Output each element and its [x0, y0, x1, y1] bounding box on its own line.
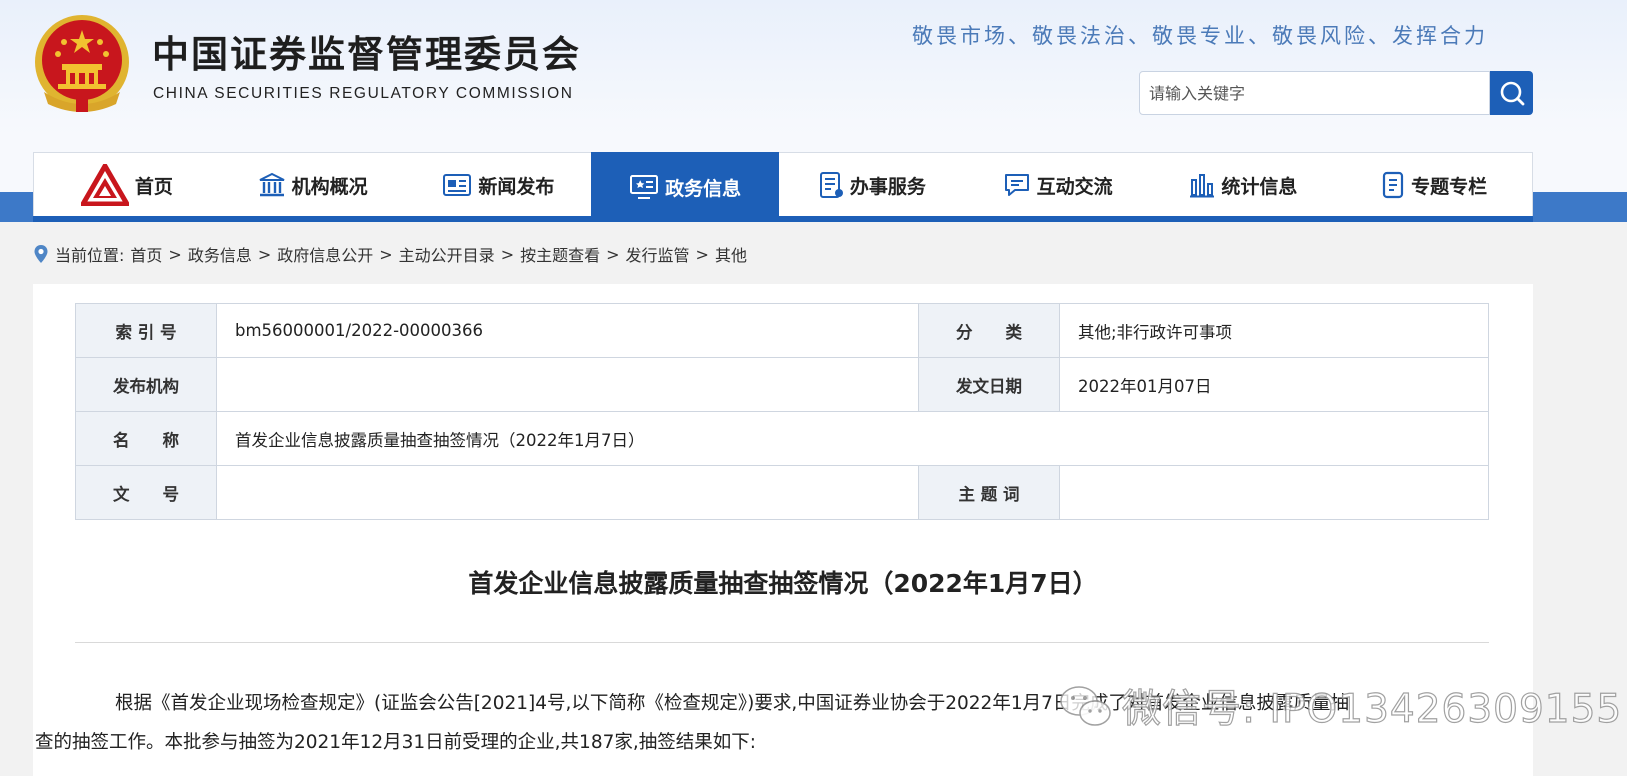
- breadcrumb-prefix: 当前位置:: [55, 246, 125, 265]
- search-input[interactable]: [1139, 71, 1490, 115]
- nav-label: 政务信息: [665, 177, 742, 200]
- nav-item-interaction[interactable]: 互动交流: [965, 153, 1151, 217]
- nav-item-government-info[interactable]: 政务信息: [591, 152, 779, 222]
- index-value: bm56000001/2022-00000366: [216, 303, 919, 358]
- name-label: 名 称: [75, 411, 217, 466]
- nav-underline: [33, 216, 1533, 222]
- nav-label: 办事服务: [849, 175, 926, 198]
- keywords-label: 主 题 词: [918, 465, 1060, 520]
- nav-label: 统计信息: [1221, 175, 1298, 198]
- search-button[interactable]: [1490, 71, 1533, 115]
- index-label: 索 引 号: [75, 303, 217, 358]
- name-value: 首发企业信息披露质量抽查抽签情况（2022年1月7日）: [216, 411, 1489, 466]
- nav-item-home[interactable]: 首页: [34, 153, 220, 217]
- breadcrumb-separator: >: [695, 244, 709, 264]
- date-value: 2022年01月07日: [1059, 357, 1489, 412]
- nav-label: 专题专栏: [1411, 175, 1488, 198]
- table-row: 发布机构 发文日期 2022年01月07日: [75, 357, 1489, 412]
- nav-item-services[interactable]: 办事服务: [779, 153, 965, 217]
- breadcrumb-link-info-disclosure[interactable]: 政府信息公开: [277, 242, 373, 266]
- article-paragraph: 根据《首发企业现场检查规定》(证监会公告[2021]4号,以下简称《检查规定》)…: [35, 684, 1489, 762]
- national-emblem-icon: [35, 15, 129, 112]
- nav-item-organization[interactable]: 机构概况: [220, 153, 406, 217]
- table-row: 索 引 号 bm56000001/2022-00000366 分 类 其他;非行…: [75, 303, 1489, 358]
- breadcrumb-separator: >: [257, 244, 272, 264]
- breadcrumb-separator: >: [606, 244, 620, 264]
- metadata-table: 索 引 号 bm56000001/2022-00000366 分 类 其他;非行…: [75, 303, 1489, 520]
- breadcrumb-separator: >: [168, 244, 182, 264]
- category-value: 其他;非行政许可事项: [1059, 303, 1489, 358]
- category-label: 分 类: [918, 303, 1060, 358]
- article-title: 首发企业信息披露质量抽查抽签情况（2022年1月7日）: [468, 569, 1098, 598]
- paragraph-line-2: 查的抽签工作。本批参与抽签为2021年12月31日前受理的企业,共187家,抽签…: [35, 732, 756, 753]
- docno-label: 文 号: [75, 465, 217, 520]
- table-row: 名 称 首发企业信息披露质量抽查抽签情况（2022年1月7日）: [75, 411, 1489, 466]
- breadcrumb: 当前位置: 首页 > 政务信息 > 政府信息公开 > 主动公开目录 > 按主题查…: [33, 242, 747, 266]
- keywords-value: [1059, 465, 1489, 520]
- main-nav: 首页 机构概况 新闻发布 政务信息 办事服务 互动交流 统计信息 专题专栏: [33, 152, 1533, 222]
- breadcrumb-link-government-info[interactable]: 政务信息: [188, 242, 252, 266]
- csrc-logo-icon: [80, 164, 129, 206]
- site-title-en: CHINA SECURITIES REGULATORY COMMISSION: [153, 85, 574, 102]
- breadcrumb-link-by-topic[interactable]: 按主题查看: [520, 242, 600, 266]
- column-doc-icon: [1383, 171, 1404, 199]
- title-divider: [75, 642, 1489, 643]
- nav-label: 机构概况: [291, 175, 368, 198]
- article-container: 索 引 号 bm56000001/2022-00000366 分 类 其他;非行…: [33, 284, 1533, 776]
- document-list-icon: [819, 172, 843, 198]
- nav-label: 新闻发布: [478, 175, 555, 198]
- breadcrumb-separator: >: [379, 244, 393, 264]
- nav-item-statistics[interactable]: 统计信息: [1151, 153, 1337, 217]
- nav-label: 互动交流: [1036, 175, 1113, 198]
- date-label: 发文日期: [918, 357, 1060, 412]
- slogan: 敬畏市场、敬畏法治、敬畏专业、敬畏风险、发挥合力: [912, 24, 1488, 48]
- breadcrumb-link-catalog[interactable]: 主动公开目录: [399, 242, 495, 266]
- nav-item-special-topics[interactable]: 专题专栏: [1336, 153, 1532, 217]
- breadcrumb-separator: >: [500, 244, 515, 264]
- bar-chart-icon: [1190, 174, 1215, 198]
- breadcrumb-link-home[interactable]: 首页: [130, 242, 162, 266]
- newspaper-icon: [443, 174, 472, 196]
- search-icon: [1500, 81, 1524, 106]
- breadcrumb-link-other[interactable]: 其他: [715, 242, 747, 266]
- nav-label: 首页: [134, 175, 173, 198]
- publisher-value: [216, 357, 919, 412]
- building-icon: [259, 172, 285, 197]
- chat-icon: [1004, 174, 1029, 196]
- table-row: 文 号 主 题 词: [75, 465, 1489, 520]
- paragraph-line-1: 根据《首发企业现场检查规定》(证监会公告[2021]4号,以下简称《检查规定》)…: [115, 693, 1349, 714]
- docno-value: [216, 465, 919, 520]
- publisher-label: 发布机构: [75, 357, 217, 412]
- location-pin-icon: [34, 245, 48, 263]
- site-title-cn: 中国证券监督管理委员会: [152, 33, 581, 76]
- monitor-icon: [630, 175, 659, 199]
- nav-item-news[interactable]: 新闻发布: [406, 153, 592, 217]
- breadcrumb-link-issuance[interactable]: 发行监管: [626, 242, 690, 266]
